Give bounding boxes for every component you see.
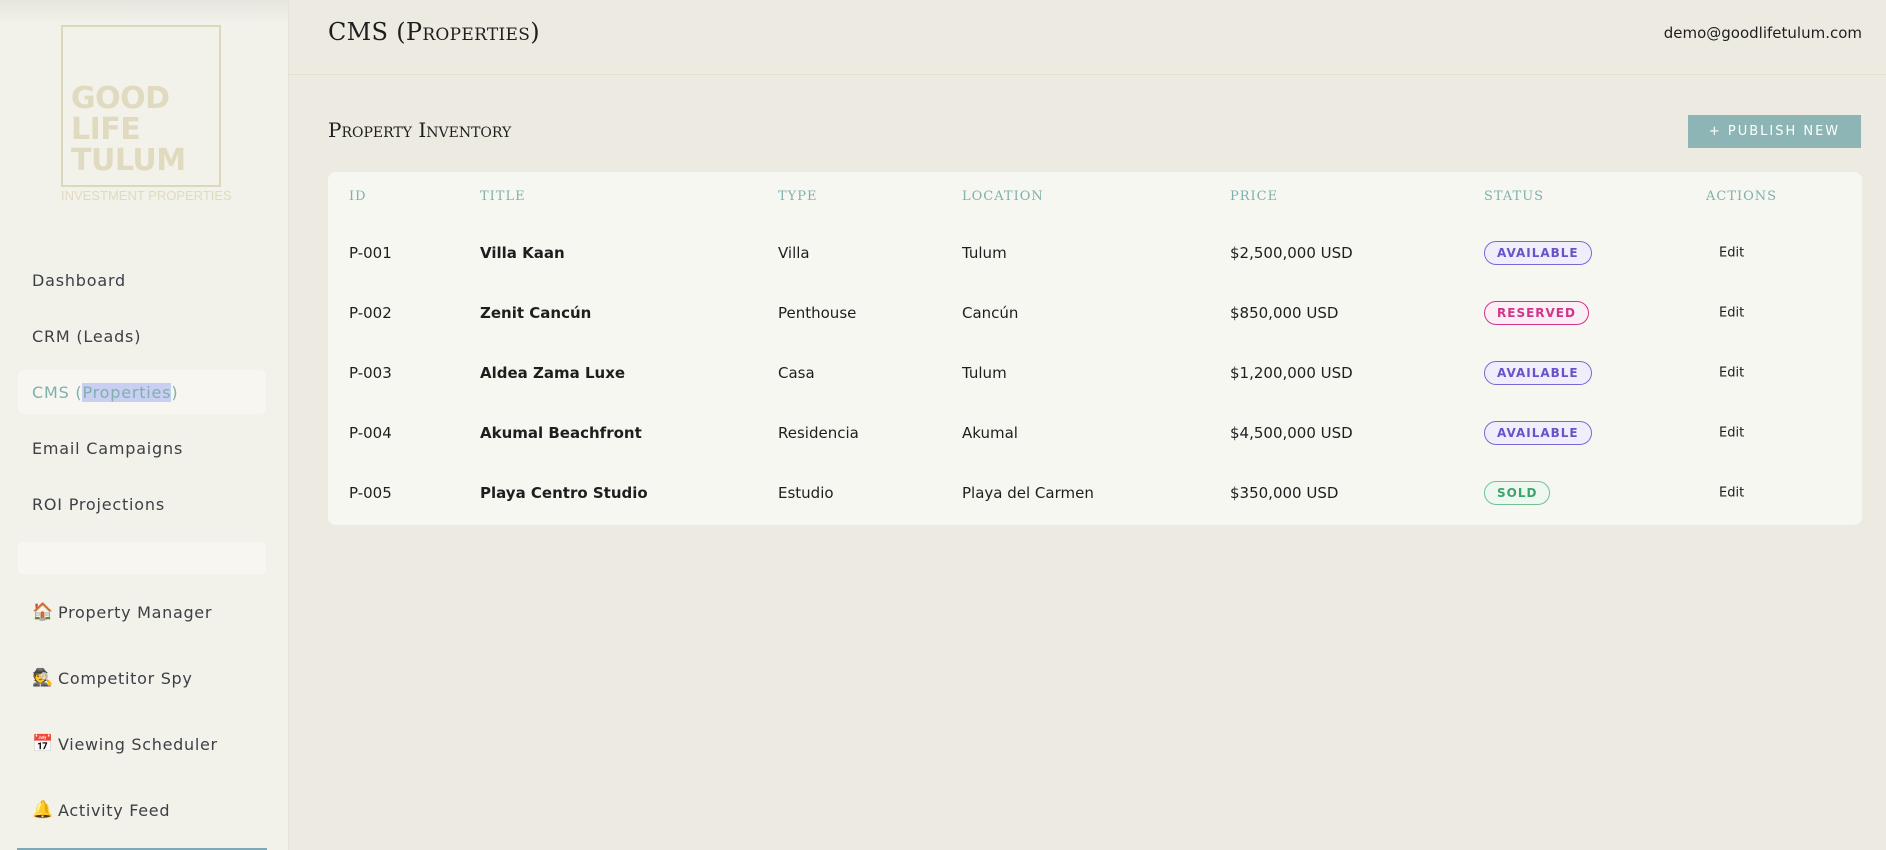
cell-id: P-002 [349, 304, 392, 322]
cell-location: Playa del Carmen [962, 484, 1094, 502]
cell-type: Villa [778, 244, 810, 262]
nav-label: Email Campaigns [32, 438, 184, 458]
cell-type: Casa [778, 364, 815, 382]
status-badge: AVAILABLE [1484, 361, 1592, 385]
cell-price: $4,500,000 USD [1230, 424, 1353, 442]
cell-id: P-004 [349, 424, 392, 442]
logo-word-1: GOOD [71, 81, 170, 116]
table-row: P-005 Playa Centro Studio Estudio Playa … [328, 463, 1862, 523]
col-header-status: STATUS [1484, 189, 1545, 204]
cell-title: Playa Centro Studio [480, 484, 648, 502]
status-badge: SOLD [1484, 481, 1551, 505]
cell-title: Villa Kaan [480, 244, 565, 262]
sidebar-shade [0, 0, 288, 24]
nav-label-post: ) [171, 382, 179, 402]
tool-activity-feed[interactable]: 🔔 Activity Feed [32, 800, 170, 820]
calendar-icon: 📅 [32, 734, 54, 754]
status-badge: AVAILABLE [1484, 421, 1592, 445]
cell-location: Cancún [962, 304, 1019, 322]
cell-price: $850,000 USD [1230, 304, 1339, 322]
status-badge: RESERVED [1484, 301, 1589, 325]
cell-price: $2,500,000 USD [1230, 244, 1353, 262]
house-icon: 🏠 [32, 602, 54, 622]
cell-type: Penthouse [778, 304, 857, 322]
col-header-price: PRICE [1230, 189, 1279, 204]
spy-icon: 🕵 [32, 668, 54, 688]
tool-competitor-spy[interactable]: 🕵 Competitor Spy [32, 668, 193, 688]
logo-word-2: LIFE [71, 112, 141, 147]
tool-viewing-scheduler[interactable]: 📅 Viewing Scheduler [32, 734, 218, 754]
nav-label-pre: CMS ( [32, 382, 83, 402]
property-table: ID TITLE TYPE LOCATION PRICE STATUS ACTI… [328, 172, 1862, 525]
table-row: P-004 Akumal Beachfront Residencia Akuma… [328, 403, 1862, 463]
edit-link[interactable]: Edit [1719, 246, 1744, 261]
tool-label: Competitor Spy [58, 668, 193, 688]
tool-label: Viewing Scheduler [58, 734, 218, 754]
nav-label: CRM (Leads) [32, 326, 142, 346]
col-header-location: LOCATION [962, 189, 1044, 204]
col-header-id: ID [349, 189, 367, 204]
nav-email-campaigns[interactable]: Email Campaigns [18, 426, 266, 470]
cell-type: Residencia [778, 424, 859, 442]
cell-title: Akumal Beachfront [480, 424, 642, 442]
bell-icon: 🔔 [32, 800, 54, 820]
nav-roi-projections[interactable]: ROI Projections [18, 482, 266, 526]
cell-type: Estudio [778, 484, 834, 502]
col-header-title: TITLE [480, 189, 526, 204]
nav-label-selected-text: Properties [82, 382, 172, 402]
logo-subtitle: INVESTMENT PROPERTIES [61, 188, 232, 203]
cell-location: Akumal [962, 424, 1018, 442]
nav-label: Dashboard [32, 270, 127, 290]
cell-id: P-003 [349, 364, 392, 382]
cell-id: P-001 [349, 244, 392, 262]
cell-location: Tulum [962, 244, 1007, 262]
cell-price: $350,000 USD [1230, 484, 1339, 502]
page-title: CMS (Properties) [328, 18, 540, 46]
tool-label: Property Manager [58, 602, 213, 622]
logo-word-3: TULUM [71, 143, 186, 178]
nav-cms-properties[interactable]: CMS (Properties) [18, 370, 266, 414]
nav-label: CMS (Properties) [32, 382, 179, 402]
edit-link[interactable]: Edit [1719, 306, 1744, 321]
publish-new-button[interactable]: + PUBLISH NEW [1688, 115, 1861, 148]
user-email[interactable]: demo@goodlifetulum.com [1664, 24, 1862, 42]
cell-title: Aldea Zama Luxe [480, 364, 626, 382]
edit-link[interactable]: Edit [1719, 486, 1744, 501]
table-row: P-002 Zenit Cancún Penthouse Cancún $850… [328, 283, 1862, 343]
tool-property-manager[interactable]: 🏠 Property Manager [32, 602, 212, 622]
table-row: P-001 Villa Kaan Villa Tulum $2,500,000 … [328, 223, 1862, 283]
brand-logo[interactable]: GOOD LIFE TULUM INVESTMENT PROPERTIES [61, 25, 232, 209]
col-header-actions: ACTIONS [1706, 189, 1778, 204]
col-header-type: TYPE [778, 189, 818, 204]
nav-crm-leads[interactable]: CRM (Leads) [18, 314, 266, 358]
nav-label: ROI Projections [32, 494, 165, 514]
top-header: CMS (Properties) demo@goodlifetulum.com [289, 0, 1886, 75]
status-badge: AVAILABLE [1484, 241, 1592, 265]
edit-link[interactable]: Edit [1719, 366, 1744, 381]
section-title: Property Inventory [328, 118, 512, 142]
tool-label: Activity Feed [58, 800, 171, 820]
cell-location: Tulum [962, 364, 1007, 382]
nav-separator [18, 542, 266, 574]
cell-id: P-005 [349, 484, 392, 502]
cell-price: $1,200,000 USD [1230, 364, 1353, 382]
edit-link[interactable]: Edit [1719, 426, 1744, 441]
sidebar: GOOD LIFE TULUM INVESTMENT PROPERTIES Da… [0, 0, 289, 850]
table-row: P-003 Aldea Zama Luxe Casa Tulum $1,200,… [328, 343, 1862, 403]
nav-dashboard[interactable]: Dashboard [18, 258, 266, 302]
cell-title: Zenit Cancún [480, 304, 592, 322]
